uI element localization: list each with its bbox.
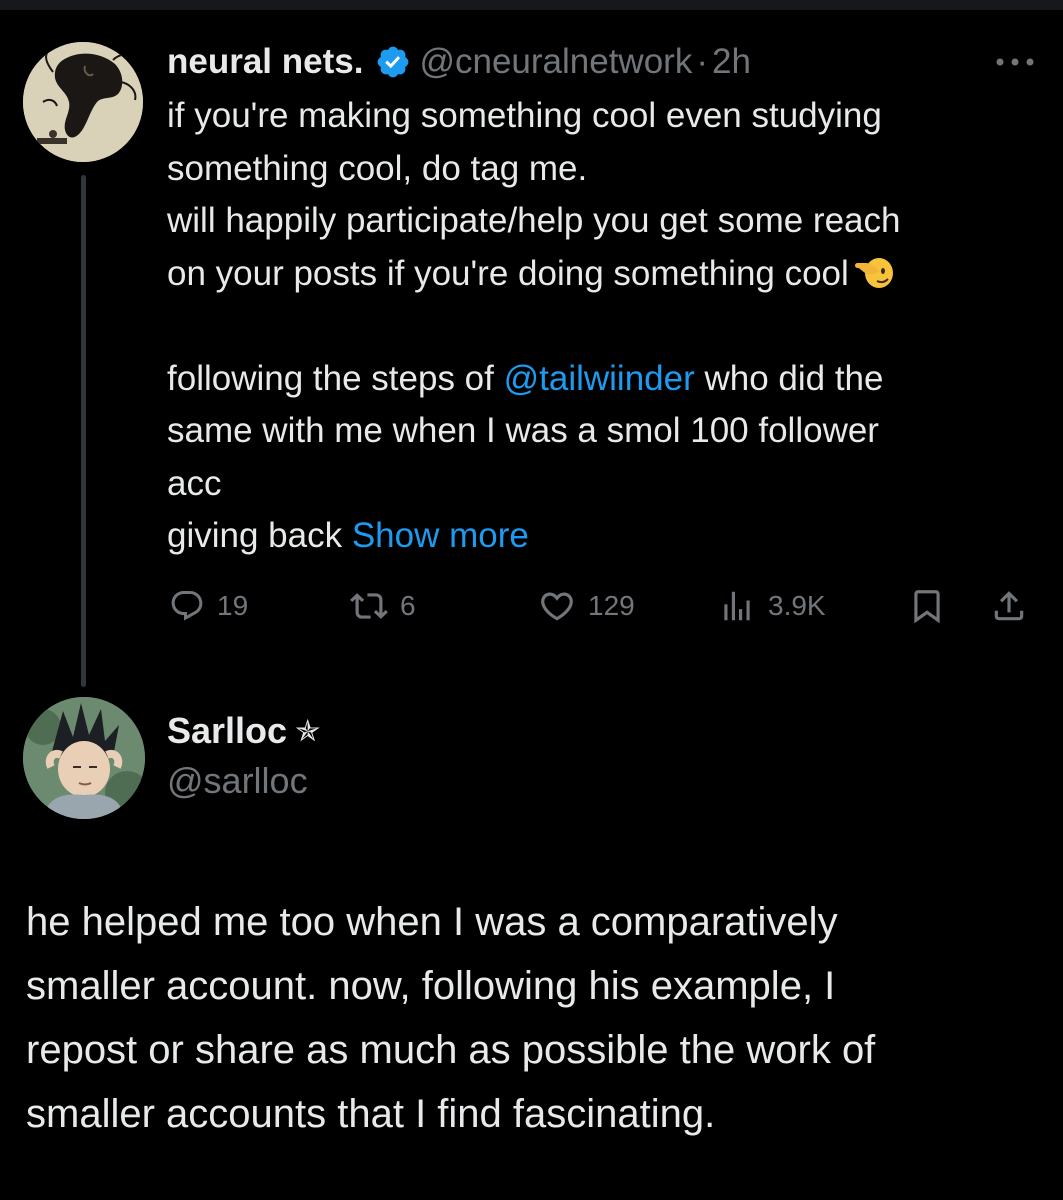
bookmark-icon xyxy=(908,587,946,625)
tweet-text-line: if you're making something cool even stu… xyxy=(167,96,882,135)
thread-line xyxy=(81,175,86,687)
pointing-left-hand-emoji xyxy=(853,251,897,291)
tweet-text-line: something cool, do tag me. xyxy=(167,148,588,188)
tweet-text-fragment: on your posts if you're doing something … xyxy=(167,253,849,293)
tweet-text-fragment: following the steps of xyxy=(167,358,504,398)
bookmark-button[interactable] xyxy=(908,586,946,626)
repost-icon xyxy=(350,587,388,625)
top-edge-bar xyxy=(0,0,1063,10)
reply-text-line: repost or share as much as possible the … xyxy=(26,1028,876,1072)
header-separator: · xyxy=(696,42,708,81)
tweet-timestamp[interactable]: 2h xyxy=(712,42,751,82)
verified-badge-icon xyxy=(375,44,411,80)
views-count: 3.9K xyxy=(768,590,826,621)
author-avatar[interactable] xyxy=(23,42,143,162)
tweet-text-line: giving back Show more xyxy=(167,510,1047,563)
reply-author-handle[interactable]: @sarlloc xyxy=(167,760,308,802)
reply-author-name-text: Sarlloc xyxy=(167,710,288,751)
tweet-text-fragment: who did the xyxy=(694,358,884,398)
share-button[interactable] xyxy=(990,586,1028,626)
heart-icon xyxy=(538,587,576,625)
repost-button[interactable]: 6 xyxy=(350,586,416,626)
reply-count: 19 xyxy=(217,590,249,621)
author-handle[interactable]: @cneuralnetwork xyxy=(419,42,692,82)
tweet-text-line: following the steps of @tailwiinder who … xyxy=(167,353,1047,406)
reply-text-line: smaller account. now, following his exam… xyxy=(26,964,836,1008)
views-button[interactable]: 3.9K xyxy=(718,586,826,626)
reply-text: he helped me too when I was a comparativ… xyxy=(26,890,1036,1146)
views-icon xyxy=(718,587,756,625)
tweet-text-line: on your posts if you're doing something … xyxy=(167,248,1047,301)
reply-button[interactable]: 19 xyxy=(169,586,248,626)
tweet-text: if you're making something cool even stu… xyxy=(167,90,1047,563)
reply-author-name[interactable]: Sarlloc ✯ xyxy=(167,710,320,752)
tweet-text-fragment: giving back xyxy=(167,516,352,555)
reply-icon xyxy=(169,588,205,624)
tweet-header: neural nets. @cneuralnetwork · 2h xyxy=(167,40,751,84)
like-count: 129 xyxy=(588,590,635,621)
like-button[interactable]: 129 xyxy=(538,586,635,626)
show-more-link[interactable]: Show more xyxy=(352,516,529,555)
tweet-text-line: same with me when I was a smol 100 follo… xyxy=(167,411,879,450)
author-name[interactable]: neural nets. xyxy=(167,42,363,82)
reply-author-avatar[interactable] xyxy=(23,697,145,819)
repost-count: 6 xyxy=(400,590,416,621)
more-horizontal-icon[interactable] xyxy=(993,52,1037,72)
tweet-text-line: will happily participate/help you get so… xyxy=(167,201,901,240)
star-icon: ✯ xyxy=(295,714,321,748)
mention-link[interactable]: @tailwiinder xyxy=(504,359,695,398)
reply-text-line: smaller accounts that I find fascinating… xyxy=(26,1092,716,1136)
share-icon xyxy=(990,587,1028,625)
tweet-text-line: acc xyxy=(167,463,222,503)
reply-text-line: he helped me too when I was a comparativ… xyxy=(26,900,838,944)
